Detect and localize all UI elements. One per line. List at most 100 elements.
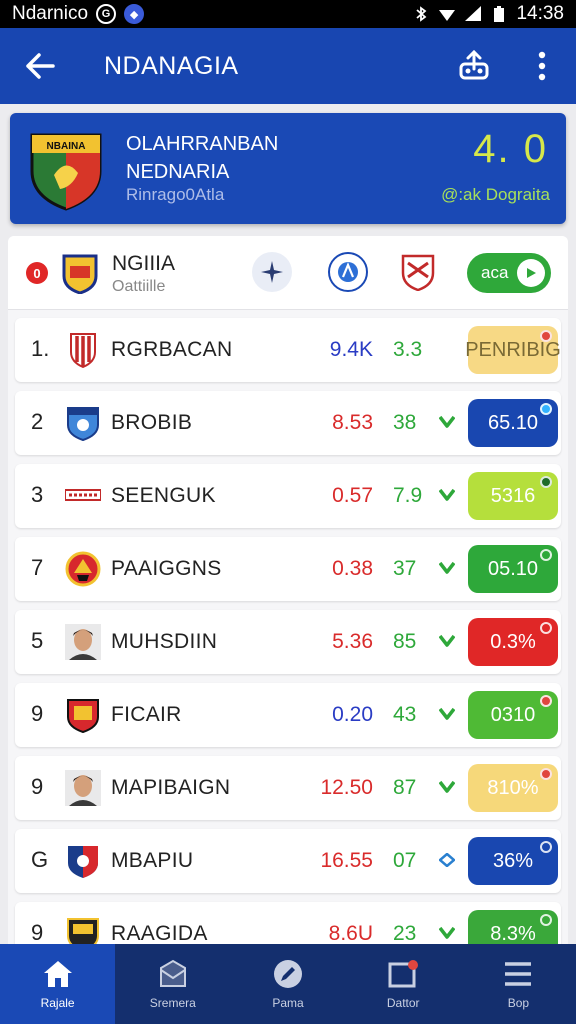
- wifi-icon: [439, 10, 456, 21]
- list-header: 0 NGIIIA Oattiille aca: [8, 236, 568, 310]
- row-badge-button[interactable]: 5316: [468, 472, 558, 520]
- page-title: NDANAGIA: [104, 51, 239, 80]
- row-rating: 38: [393, 411, 417, 434]
- table-row[interactable]: 9 MAPIBAIGN 12.50 87 810%: [15, 756, 561, 820]
- table-row[interactable]: 7 PAAIGGNS 0.38 37 05.10: [15, 537, 561, 601]
- shield-red-stripes-icon: [65, 332, 101, 369]
- live-toggle[interactable]: aca: [467, 253, 551, 293]
- compass-icon: [261, 261, 283, 283]
- trend-down-icon: [438, 707, 456, 721]
- row-badge-label: 0310: [490, 703, 536, 726]
- trend-down-icon: [438, 561, 456, 575]
- row-name: PAAIGGNS: [111, 557, 222, 580]
- trend-down-icon: [438, 488, 456, 502]
- notification-icon: [386, 958, 420, 990]
- shield-red-yellow-icon: [65, 697, 101, 734]
- back-button[interactable]: [0, 28, 80, 104]
- signal-icon: [465, 6, 482, 21]
- compass-filter-button[interactable]: [252, 252, 292, 292]
- match-header-card[interactable]: NBAINA OLAHRRANBAN NEDNARIA Rinrago0Atla…: [10, 113, 566, 224]
- trend-none-icon: [439, 342, 455, 356]
- row-rank: 9: [31, 920, 44, 945]
- status-dot-icon: [540, 695, 552, 707]
- nav-item-label: Dattor: [386, 996, 420, 1010]
- status-dot-icon: [540, 622, 552, 634]
- share-icon: [459, 49, 489, 80]
- league-crest-icon: [62, 254, 98, 294]
- app-badge-icon: ◆: [124, 4, 145, 24]
- row-name: MUHSDIIN: [111, 630, 218, 653]
- carrier-name: Ndarnico: [12, 3, 89, 24]
- row-badge-label: 05.10: [487, 557, 539, 580]
- match-title-line2: NEDNARIA: [126, 161, 230, 183]
- row-name: FICAIR: [111, 703, 182, 726]
- row-rating: 85: [393, 630, 417, 653]
- status-dot-icon: [540, 403, 552, 415]
- row-rank: 9: [31, 774, 44, 799]
- stats-filter-button[interactable]: [328, 252, 368, 292]
- row-rank: 3: [31, 482, 44, 507]
- row-badge-button[interactable]: PENRIBIG: [465, 326, 561, 374]
- shield-blue-red-icon: [65, 843, 101, 879]
- row-value: 5.36: [332, 630, 373, 653]
- status-dot-icon: [540, 330, 552, 342]
- more-options-button[interactable]: [508, 28, 576, 104]
- more-vert-icon: [538, 51, 546, 81]
- table-row[interactable]: 3 SEENGUK 0.57 7.9 5316: [15, 464, 561, 528]
- club-filter-button[interactable]: [398, 252, 438, 292]
- row-rating: 7.9: [393, 484, 423, 507]
- nav-item-edit[interactable]: Pama: [230, 944, 345, 1024]
- row-name: SEENGUK: [111, 484, 216, 507]
- app-bar: NDANAGIA: [0, 28, 576, 104]
- row-badge-button[interactable]: 0.3%: [468, 618, 558, 666]
- bottom-navigation: Rajale Sremera Pama Dattor Bop: [0, 944, 576, 1024]
- shield-blue-icon: [65, 405, 101, 442]
- back-arrow-icon: [26, 53, 55, 79]
- status-dot-icon: [540, 549, 552, 561]
- row-rank: G: [31, 847, 49, 872]
- table-row[interactable]: 2 BROBIB 8.53 38 65.10: [15, 391, 561, 455]
- table-row[interactable]: 5 MUHSDIIN 5.36 85 0.3%: [15, 610, 561, 674]
- row-name: MBAPIU: [111, 849, 194, 872]
- menu-icon: [501, 958, 535, 990]
- row-badge-button[interactable]: 0310: [468, 691, 558, 739]
- player-stats-icon: [338, 262, 358, 282]
- row-rating: 3.3: [393, 338, 423, 361]
- trend-diamond-icon: [438, 852, 456, 868]
- nav-item-label: Sremera: [149, 996, 196, 1010]
- nav-item-inbox[interactable]: Sremera: [115, 944, 230, 1024]
- row-rank: 1.: [31, 336, 50, 361]
- status-dot-icon: [540, 768, 552, 780]
- row-badge-button[interactable]: 36%: [468, 837, 558, 885]
- table-row[interactable]: 9 FICAIR 0.20 43 0310: [15, 683, 561, 747]
- list-header-title: NGIIIA: [112, 252, 176, 275]
- nav-item-home[interactable]: Rajale: [0, 944, 116, 1024]
- notification-badge-icon: G: [96, 4, 117, 24]
- club-shield-icon: [401, 254, 435, 291]
- row-badge-button[interactable]: 65.10: [468, 399, 558, 447]
- list-header-subtitle: Oattiille: [112, 278, 166, 295]
- row-rank: 7: [31, 555, 44, 580]
- team-crest-icon: NBAINA: [30, 133, 102, 211]
- row-badge-button[interactable]: 810%: [468, 764, 558, 812]
- row-name: RAAGIDA: [111, 922, 208, 945]
- banner-red-icon: [64, 478, 102, 514]
- row-value: 16.55: [320, 849, 373, 872]
- match-title-line1: OLAHRRANBAN: [126, 133, 279, 155]
- row-rank: 5: [31, 628, 44, 653]
- row-value: 0.38: [332, 557, 373, 580]
- table-row[interactable]: 1. RGRBACAN 9.4K 3.3 PENRIBIG: [15, 318, 561, 382]
- row-rating: 43: [393, 703, 417, 726]
- live-toggle-label: aca: [481, 263, 509, 282]
- row-name: RGRBACAN: [111, 338, 233, 361]
- row-rating: 37: [393, 557, 417, 580]
- table-row[interactable]: G MBAPIU 16.55 07 36%: [15, 829, 561, 893]
- nav-item-notification[interactable]: Dattor: [346, 944, 461, 1024]
- row-value: 0.20: [332, 703, 373, 726]
- player-face-icon: [65, 624, 101, 660]
- share-button[interactable]: [440, 28, 508, 104]
- nav-item-menu[interactable]: Bop: [461, 944, 576, 1024]
- row-badge-label: 8.3%: [490, 922, 536, 945]
- row-badge-label: 810%: [487, 776, 539, 799]
- row-badge-button[interactable]: 05.10: [468, 545, 558, 593]
